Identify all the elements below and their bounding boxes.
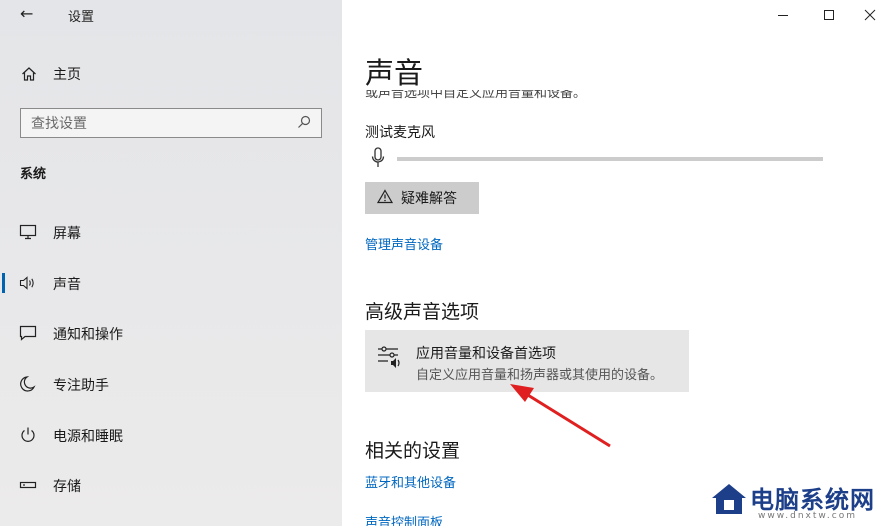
watermark-brand: 电脑系统网 [750,486,875,514]
bluetooth-devices-link[interactable]: 蓝牙和其他设备 [365,472,456,491]
close-button[interactable] [847,0,893,30]
sidebar-item-focus-assist[interactable]: 专注助手 [0,364,342,404]
close-icon [864,9,876,21]
monitor-icon [19,224,37,240]
home-label: 主页 [53,67,81,83]
maximize-icon [824,10,834,20]
home-nav-item[interactable]: 主页 [20,64,81,84]
app-volume-description: 自定义应用音量和扬声器或其使用的设备。 [416,368,664,383]
back-button[interactable]: ← [20,4,33,23]
troubleshoot-button[interactable]: 疑难解答 [365,182,479,214]
house-logo-icon [710,482,748,520]
sidebar-item-label: 屏幕 [53,226,81,242]
watermark-url: www.dnxtw.com [758,511,858,521]
sidebar-item-sound[interactable]: 声音 [0,263,342,303]
manage-sound-devices-link[interactable]: 管理声音设备 [365,234,443,253]
advanced-sound-heading: 高级声音选项 [365,301,480,323]
sidebar-item-display[interactable]: 屏幕 [0,212,342,252]
watermark: 电脑系统网 www.dnxtw.com [710,478,893,526]
search-placeholder: 查找设置 [31,116,87,132]
related-settings-heading: 相关的设置 [365,440,461,462]
sidebar: ← 设置 主页 查找设置 系统 屏幕 声音 通知和操作 专注助手 电源和睡眠 存… [0,0,342,526]
sidebar-item-storage[interactable]: 存储 [0,465,342,505]
sidebar-item-label: 声音 [53,277,81,293]
search-icon [297,114,311,133]
notification-icon [19,325,37,341]
clipped-description: 或声音选项中自定义应用音量和设备。 [365,90,835,105]
sidebar-item-notifications[interactable]: 通知和操作 [0,313,342,353]
app-volume-title: 应用音量和设备首选项 [416,346,556,362]
microphone-icon [371,147,385,173]
sliders-speaker-icon [376,345,404,375]
minimize-icon [778,15,788,16]
moon-icon [19,376,37,392]
speaker-icon [19,275,37,291]
search-input[interactable]: 查找设置 [20,108,322,138]
window-title: 设置 [68,10,95,25]
main-content: 声音 或声音选项中自定义应用音量和设备。 测试麦克风 疑难解答 管理声音设备 高… [342,0,893,526]
sidebar-item-power-sleep[interactable]: 电源和睡眠 [0,415,342,455]
storage-icon [19,477,37,493]
power-icon [19,427,37,443]
clipped-description-text: 或声音选项中自定义应用音量和设备。 [365,90,587,101]
app-volume-preferences-item[interactable]: 应用音量和设备首选项 自定义应用音量和扬声器或其使用的设备。 [365,330,689,392]
warning-icon [376,188,394,208]
sidebar-item-label: 专注助手 [53,378,109,394]
mic-level-meter [397,157,823,161]
sidebar-item-label: 通知和操作 [53,327,123,343]
maximize-button[interactable] [806,0,852,30]
minimize-button[interactable] [760,0,806,30]
active-indicator [2,273,5,293]
sidebar-item-label: 存储 [53,479,81,495]
home-icon [20,66,38,82]
sound-control-panel-link[interactable]: 声音控制面板 [365,512,443,526]
sidebar-item-label: 电源和睡眠 [53,429,123,445]
page-title: 声音 [365,56,424,90]
troubleshoot-label: 疑难解答 [401,191,457,207]
back-arrow-icon: ← [20,4,34,23]
test-mic-label: 测试麦克风 [365,125,435,141]
section-label-system: 系统 [20,167,47,182]
